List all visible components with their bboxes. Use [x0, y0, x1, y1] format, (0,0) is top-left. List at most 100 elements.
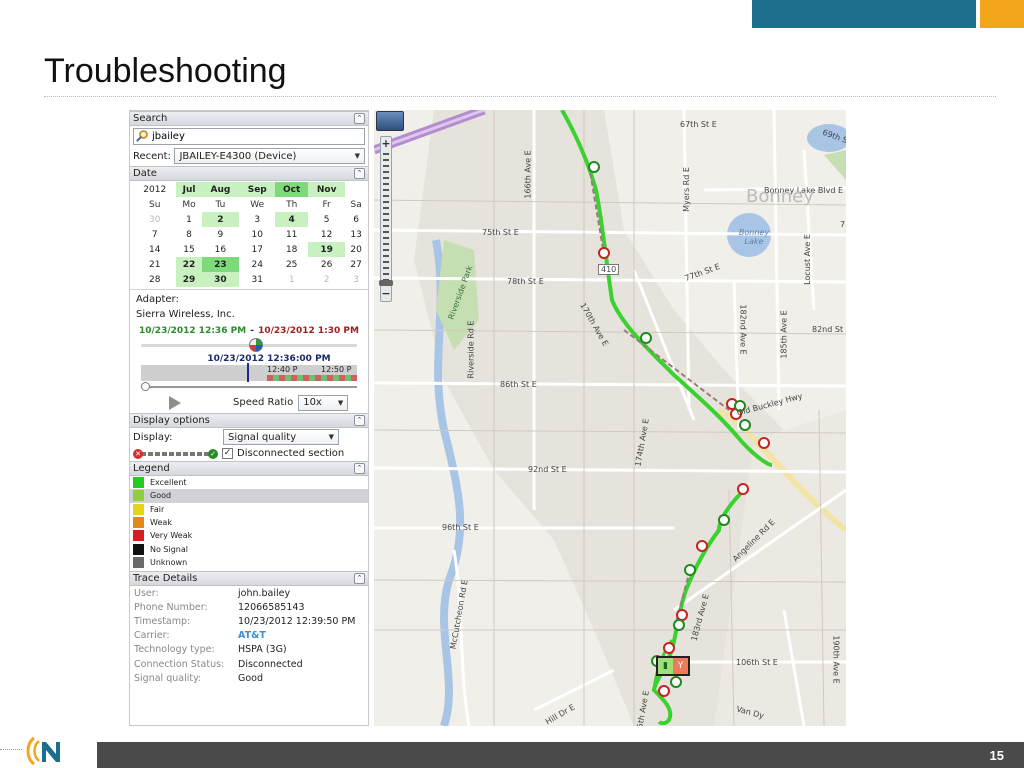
month-oct[interactable]: Oct	[275, 182, 309, 197]
detail-value: 10/23/2012 12:39:50 PM	[238, 616, 356, 628]
display-value: Signal quality	[228, 431, 297, 443]
legend-item: No Signal	[130, 542, 368, 555]
calendar-day[interactable]: 17	[239, 242, 275, 257]
map-view[interactable]: + − 67th St E 69th S Bonney Lake Blvd E …	[374, 110, 846, 726]
month-aug[interactable]: Aug	[201, 182, 240, 197]
date-section-header[interactable]: Date ⌃	[130, 166, 368, 181]
month-sep[interactable]: Sep	[239, 182, 276, 197]
collapse-icon[interactable]: ⌃	[354, 463, 365, 474]
calendar-day[interactable]: 3	[239, 212, 275, 227]
calendar-day[interactable]: 6	[345, 212, 367, 227]
calendar-day[interactable]: 27	[345, 257, 367, 272]
speed-ratio-value: 10x	[303, 397, 322, 408]
legend-item: Excellent	[130, 476, 368, 489]
search-input[interactable]	[152, 131, 332, 142]
detail-row: Phone Number: 12066585143	[130, 600, 368, 614]
trace-details-header[interactable]: Trace Details ⌃	[130, 571, 368, 587]
recent-row: Recent: JBAILEY-E4300 (Device) ▼	[130, 147, 368, 166]
calendar-day[interactable]: 30	[201, 272, 240, 287]
display-options-header[interactable]: Display options ⌃	[130, 413, 368, 428]
map-label: Bonney Lake	[738, 228, 770, 246]
calendar-day[interactable]: 20	[345, 242, 367, 257]
playback-knob[interactable]	[141, 382, 150, 391]
calendar-day[interactable]: 4	[275, 212, 309, 227]
calendar-day[interactable]: 31	[239, 272, 275, 287]
weekday-label: Tu	[215, 199, 226, 210]
time-separator: -	[250, 326, 254, 336]
footer-bar: 15	[97, 742, 1024, 768]
map-label: 86th St E	[500, 380, 537, 389]
calendar-day[interactable]: 14	[133, 242, 176, 257]
map-label: 96th St E	[442, 523, 479, 532]
collapse-icon[interactable]: ⌃	[354, 573, 365, 585]
adapter-name: Sierra Wireless, Inc.	[136, 309, 235, 320]
timeline[interactable]: 12:40 P 12:50 P	[141, 363, 357, 382]
play-icon[interactable]	[169, 395, 181, 410]
calendar-day[interactable]: 30	[133, 212, 176, 227]
month-jul[interactable]: Jul	[176, 182, 202, 197]
calendar-day[interactable]: 28	[133, 272, 176, 287]
calendar-day[interactable]: 2	[308, 272, 345, 287]
calendar-day[interactable]: 16	[202, 242, 240, 257]
collapse-icon[interactable]: ⌃	[354, 113, 365, 124]
legend-label: Very Weak	[150, 531, 193, 541]
legend-label: Unknown	[150, 557, 188, 567]
calendar-day[interactable]: 29	[176, 272, 202, 287]
slider-thumb[interactable]	[249, 338, 263, 352]
collapse-icon[interactable]: ⌃	[354, 415, 365, 426]
calendar-day[interactable]: 19	[308, 242, 346, 257]
signal-popup[interactable]: ▮ Y	[656, 656, 690, 676]
timeline-cursor[interactable]	[247, 363, 249, 382]
antenna-icon: Y	[673, 658, 688, 674]
calendar-day[interactable]: 25	[275, 257, 308, 272]
carrier-link[interactable]: AT&T	[238, 630, 266, 641]
display-dropdown[interactable]: Signal quality ▼	[223, 429, 339, 445]
search-icon[interactable]	[136, 130, 149, 143]
month-nov[interactable]: Nov	[308, 182, 346, 197]
playback-slider[interactable]	[141, 382, 357, 392]
search-field[interactable]	[133, 128, 365, 145]
calendar-day[interactable]: 9	[202, 227, 240, 242]
adapter-label: Adapter:	[136, 294, 179, 305]
disconnected-checkbox[interactable]: ✓	[222, 448, 233, 459]
calendar-day[interactable]: 1	[275, 272, 308, 287]
legend-header[interactable]: Legend ⌃	[130, 461, 368, 476]
zoom-slider[interactable]: + −	[379, 136, 393, 302]
calendar-day[interactable]: 15	[176, 242, 201, 257]
calendar-day[interactable]: 21	[133, 257, 176, 272]
recent-device-dropdown[interactable]: JBAILEY-E4300 (Device) ▼	[174, 148, 365, 164]
calendar-day[interactable]: 8	[176, 227, 201, 242]
recent-device-value: JBAILEY-E4300 (Device)	[179, 150, 297, 162]
zoom-in-icon[interactable]: +	[381, 138, 391, 150]
calendar-day[interactable]: 10	[239, 227, 275, 242]
timeline-tick-label: 12:40 P	[267, 365, 298, 374]
calendar-day[interactable]: 18	[275, 242, 308, 257]
calendar-day-selected[interactable]: 23	[201, 257, 240, 272]
speed-ratio-label: Speed Ratio	[233, 397, 294, 408]
calendar-day[interactable]: 22	[176, 257, 202, 272]
calendar-day[interactable]: 24	[239, 257, 275, 272]
zoom-thumb[interactable]	[379, 280, 393, 286]
search-section-header[interactable]: Search ⌃	[130, 111, 368, 126]
map-label: Riverside Rd E	[466, 320, 476, 379]
collapse-icon[interactable]: ⌃	[354, 168, 365, 179]
calendar-day[interactable]: 12	[308, 227, 345, 242]
calendar-day[interactable]: 1	[176, 212, 201, 227]
calendar-day[interactable]: 7	[133, 227, 176, 242]
time-range-slider[interactable]	[141, 338, 357, 352]
map-mode-icon[interactable]	[376, 111, 404, 131]
speed-ratio-dropdown[interactable]: 10x ▼	[298, 394, 349, 411]
calendar-day[interactable]: 5	[308, 212, 345, 227]
calendar-day[interactable]: 13	[345, 227, 367, 242]
legend-item: Weak	[130, 516, 368, 529]
calendar-day[interactable]: 3	[345, 272, 367, 287]
zoom-out-icon[interactable]: −	[381, 288, 391, 300]
header-accent-blue	[752, 0, 976, 28]
calendar-day[interactable]: 11	[275, 227, 308, 242]
company-logo	[26, 736, 60, 766]
calendar-day[interactable]: 26	[308, 257, 345, 272]
calendar-day[interactable]: 2	[201, 212, 240, 227]
detail-key: Connection Status:	[134, 658, 225, 670]
detail-key: Signal quality:	[134, 672, 202, 684]
legend-item: Unknown	[130, 556, 368, 569]
